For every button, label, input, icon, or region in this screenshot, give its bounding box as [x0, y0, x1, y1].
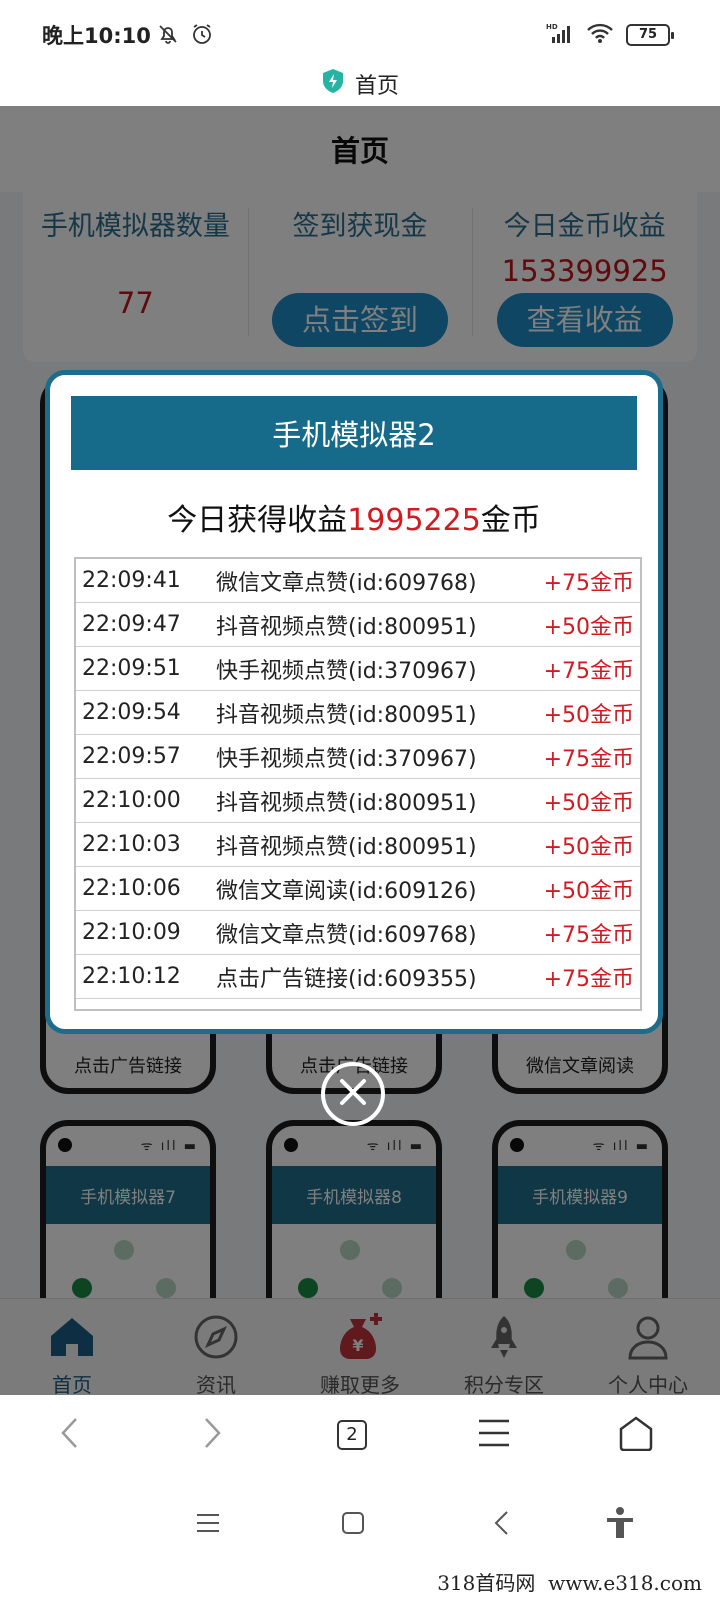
table-row: 22:09:57 快手视频点赞(id:370967) +75金币 — [76, 735, 640, 779]
table-row: 22:10:00 抖音视频点赞(id:800951) +50金币 — [76, 779, 640, 823]
accessibility-icon — [605, 1506, 635, 1544]
modal-title: 手机模拟器2 — [71, 396, 637, 470]
signal-icon: HD — [546, 22, 574, 48]
table-row: 22:09:54 抖音视频点赞(id:800951) +50金币 — [76, 691, 640, 735]
square-icon — [341, 1511, 365, 1539]
income-prefix: 今日获得收益 — [167, 503, 348, 538]
browser-back-button[interactable] — [48, 1413, 92, 1457]
log-time: 22:10:09 — [82, 920, 181, 945]
log-action: 快手视频点赞(id:370967) — [216, 746, 477, 772]
log-action: 微信文章点赞(id:609768) — [216, 922, 477, 948]
browser-page-title: 首页 — [0, 62, 720, 106]
browser-menu-button[interactable] — [472, 1413, 516, 1457]
browser-forward-button[interactable] — [190, 1413, 234, 1457]
log-action: 抖音视频点赞(id:800951) — [216, 790, 477, 816]
log-action: 抖音视频点赞(id:800951) — [216, 614, 477, 640]
log-time: 22:09:54 — [82, 700, 181, 725]
log-reward: +75金币 — [543, 746, 634, 772]
log-action: 抖音视频点赞(id:800951) — [216, 834, 477, 860]
table-row: 22:10:12 点击广告链接(id:609355) +75金币 — [76, 955, 640, 999]
tab-count: 2 — [337, 1420, 367, 1450]
system-recents-button[interactable] — [188, 1505, 228, 1545]
log-reward: +50金币 — [543, 702, 634, 728]
table-row: 22:10:06 微信文章阅读(id:609126) +50金币 — [76, 867, 640, 911]
watermark-text: 318首码网 www.e318.com — [437, 1571, 702, 1595]
log-reward: +75金币 — [543, 922, 634, 948]
income-value: 1995225 — [347, 503, 481, 538]
log-action: 微信文章阅读(id:609126) — [216, 878, 477, 904]
modal-income: 今日获得收益1995225金币 — [50, 495, 658, 539]
log-reward: +75金币 — [543, 966, 634, 992]
browser-tab-title: 首页 — [354, 74, 399, 99]
home-outline-icon — [618, 1415, 654, 1455]
status-bar: 晚上10:10 HD 75 — [0, 0, 720, 66]
log-time: 22:10:12 — [82, 964, 181, 989]
log-action: 微信文章点赞(id:609768) — [216, 570, 477, 596]
log-time: 22:09:47 — [82, 612, 181, 637]
alarm-icon — [190, 22, 214, 50]
log-reward: +50金币 — [543, 878, 634, 904]
table-row: 22:09:51 快手视频点赞(id:370967) +75金币 — [76, 647, 640, 691]
table-row: 22:09:41 微信文章点赞(id:609768) +75金币 — [76, 559, 640, 603]
system-home-button[interactable] — [333, 1505, 373, 1545]
log-reward: +50金币 — [543, 790, 634, 816]
earnings-log-table[interactable]: 22:09:41 微信文章点赞(id:609768) +75金币 22:09:47 抖… — [74, 557, 642, 1011]
log-time: 22:09:57 — [82, 744, 181, 769]
log-action: 抖音视频点赞(id:800951) — [216, 702, 477, 728]
browser-tabs-button[interactable]: 2 — [330, 1413, 374, 1457]
back-arrow-icon — [493, 1510, 511, 1540]
status-icons-right: HD 75 — [546, 22, 674, 48]
modal-close-button[interactable] — [321, 1062, 385, 1126]
browser-toolbar: 2 — [0, 1395, 720, 1475]
income-suffix: 金币 — [480, 503, 541, 538]
table-row: 22:10:09 微信文章点赞(id:609768) +75金币 — [76, 911, 640, 955]
chevron-right-icon — [200, 1416, 224, 1454]
shield-lightning-icon — [321, 68, 345, 100]
close-icon — [336, 1075, 370, 1113]
log-reward: +75金币 — [543, 658, 634, 684]
browser-home-button[interactable] — [614, 1413, 658, 1457]
log-reward: +75金币 — [543, 570, 634, 596]
menu-icon — [477, 1418, 511, 1452]
log-time: 22:09:51 — [82, 656, 181, 681]
log-time: 22:10:06 — [82, 876, 181, 901]
accessibility-button[interactable] — [600, 1505, 640, 1545]
bell-muted-icon — [156, 22, 180, 50]
svg-text:HD: HD — [546, 23, 558, 31]
earnings-modal: 手机模拟器2 今日获得收益1995225金币 22:09:41 微信文章点赞(id… — [45, 370, 663, 1034]
system-nav-bar: 318首码网 www.e318.com — [0, 1475, 720, 1600]
table-row: 22:09:47 抖音视频点赞(id:800951) +50金币 — [76, 603, 640, 647]
log-action: 快手视频点赞(id:370967) — [216, 658, 477, 684]
table-row: 22:10:03 抖音视频点赞(id:800951) +50金币 — [76, 823, 640, 867]
log-time: 22:10:00 — [82, 788, 181, 813]
log-time: 22:09:41 — [82, 568, 181, 593]
system-back-button[interactable] — [482, 1505, 522, 1545]
recents-icon — [196, 1512, 220, 1538]
log-reward: +50金币 — [543, 834, 634, 860]
chevron-left-icon — [58, 1416, 82, 1454]
log-reward: +50金币 — [543, 614, 634, 640]
log-time: 22:10:03 — [82, 832, 181, 857]
log-action: 点击广告链接(id:609355) — [216, 966, 477, 992]
battery-icon: 75 — [626, 24, 674, 46]
status-icons-left — [156, 22, 214, 50]
status-time: 晚上10:10 — [42, 24, 151, 48]
wifi-icon — [586, 22, 614, 48]
